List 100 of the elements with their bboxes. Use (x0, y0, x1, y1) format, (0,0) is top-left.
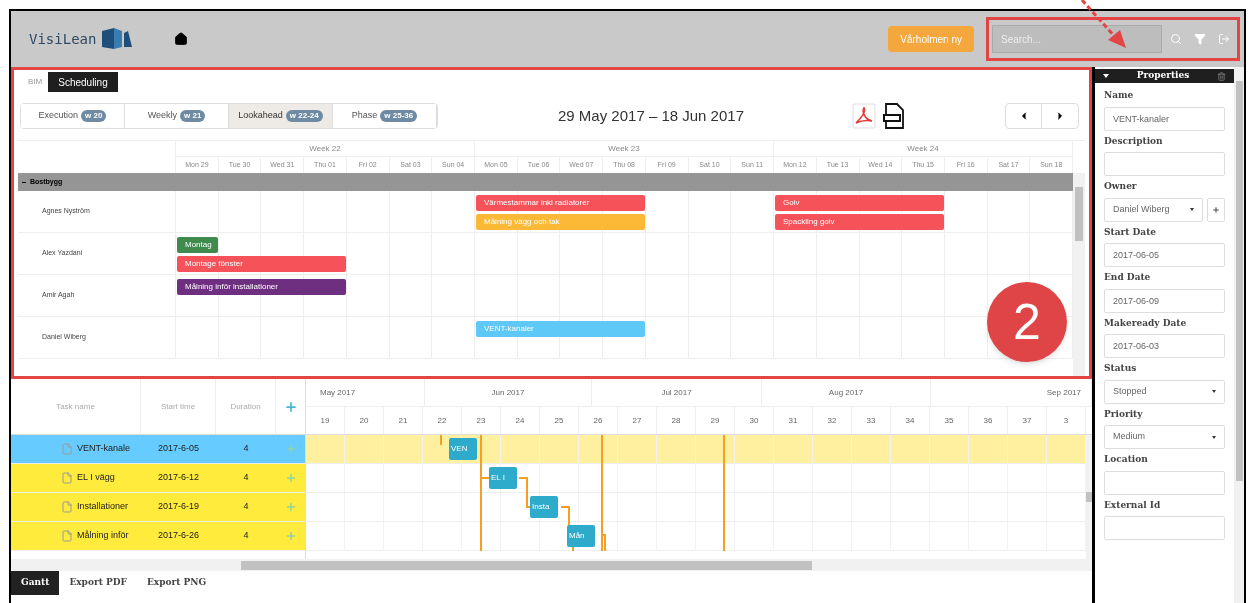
week-number: 28 (657, 407, 696, 434)
add-icon[interactable] (284, 530, 297, 542)
task-name: EL I vägg (77, 471, 115, 485)
duration: 4 (242, 442, 250, 456)
add-icon[interactable] (284, 443, 297, 455)
task-row[interactable]: VENT-kanale 2017-6-05 4 (11, 435, 305, 464)
column-header: Task name (11, 379, 141, 434)
month-header: May 2017 (306, 379, 425, 406)
view-button[interactable]: Lookahead w 22-24 (229, 104, 333, 128)
duration: 4 (242, 471, 250, 485)
task-row[interactable]: Installationer 2017-6-19 4 (11, 493, 305, 522)
week-number: 26 (579, 407, 618, 434)
field-label: Priority (1104, 407, 1144, 421)
callout-badge: 2 (987, 282, 1067, 362)
week-number: 32 (813, 407, 852, 434)
start-time: 2017-6-12 (156, 471, 200, 485)
month-header: Sep 2017 (931, 379, 1092, 406)
text-field[interactable]: 2017-06-09 (1104, 288, 1225, 313)
file-icon (61, 501, 73, 513)
task-bar[interactable]: Målning inför installationer (177, 279, 346, 295)
task-row[interactable]: Målning inför 2017-6-26 4 (11, 522, 305, 551)
field-label: External Id (1104, 498, 1162, 512)
month-header: Aug 2017 (762, 379, 931, 406)
task-row[interactable]: EL I vägg 2017-6-12 4 (11, 464, 305, 493)
start-time: 2017-6-19 (156, 500, 200, 514)
week-header: Week 22 (176, 141, 475, 156)
month-header: Jun 2017 (425, 379, 592, 406)
horizontal-scrollbar[interactable] (11, 559, 1092, 571)
text-field[interactable]: 2017-06-03 (1104, 334, 1225, 358)
bottom-tab[interactable]: Gantt (11, 571, 60, 595)
vertical-scrollbar[interactable] (1234, 67, 1244, 603)
caret-icon[interactable] (1103, 74, 1109, 78)
task-name: Målning inför (77, 529, 129, 543)
task-bar[interactable]: Montag (177, 237, 218, 253)
week-number: 20 (345, 407, 384, 434)
duration: 4 (242, 500, 250, 514)
column-header: Duration (216, 379, 276, 434)
week-number: 3 (1047, 407, 1086, 434)
week-header: Week 24 (774, 141, 1073, 156)
week-number: 25 (540, 407, 579, 434)
vertical-scrollbar[interactable] (1086, 435, 1092, 559)
week-number: 31 (774, 407, 813, 434)
add-owner-button[interactable] (1207, 197, 1225, 222)
week-number: 19 (306, 407, 345, 434)
file-icon (61, 443, 73, 455)
text-field[interactable] (1104, 470, 1225, 495)
home-icon[interactable] (174, 32, 189, 46)
week-number: 36 (969, 407, 1008, 434)
file-icon (61, 530, 73, 542)
field-label: End Date (1104, 271, 1152, 284)
field-label: Start Date (1104, 225, 1158, 239)
week-number: 24 (501, 407, 540, 434)
column-header: Start time (141, 379, 216, 434)
week-number: 37 (1008, 407, 1047, 434)
field-label: Makeready Date (1104, 316, 1188, 330)
week-number: 22 (423, 407, 462, 434)
field-label: Name (1104, 89, 1135, 102)
start-time: 2017-6-05 (156, 442, 200, 456)
task-bar[interactable]: Värmestammar inkl radiatorer (476, 195, 645, 211)
plus-icon (1212, 205, 1220, 214)
select-field[interactable]: Stopped (1104, 379, 1225, 404)
filter-icon[interactable] (1194, 33, 1206, 45)
tab[interactable]: Scheduling (48, 72, 118, 92)
task-bar[interactable]: Montage fönster (177, 256, 346, 272)
add-icon[interactable] (283, 399, 298, 414)
text-field[interactable]: VENT-kanaler (1104, 106, 1225, 131)
week-number: 27 (618, 407, 657, 434)
duration: 4 (242, 529, 250, 543)
field-label: Owner (1104, 180, 1138, 193)
week-number: 33 (852, 407, 891, 434)
text-field[interactable] (1104, 516, 1225, 540)
text-field[interactable]: 2017-06-05 (1104, 243, 1225, 267)
search-icon[interactable] (1170, 33, 1182, 45)
week-number: 29 (696, 407, 735, 434)
view-button[interactable]: Execution w 20 (21, 104, 125, 128)
pdf-icon[interactable] (852, 103, 876, 129)
text-field[interactable] (1104, 152, 1225, 176)
logout-icon[interactable] (1218, 33, 1230, 45)
field-label: Location (1104, 453, 1149, 466)
add-icon[interactable] (284, 501, 297, 513)
file-icon (61, 472, 73, 484)
panel-title: Properties (1135, 69, 1191, 83)
trash-icon[interactable] (1217, 71, 1226, 81)
field-label: Description (1104, 134, 1164, 148)
date-range: 29 May 2017 – 18 Jun 2017 (558, 105, 744, 126)
field-label: Status (1104, 362, 1138, 375)
select-field[interactable]: Daniel Wiberg (1104, 197, 1203, 222)
vertical-scrollbar[interactable] (1073, 173, 1085, 376)
task-bar[interactable]: Spackling golv (775, 214, 944, 230)
task-name: VENT-kanale (77, 442, 131, 456)
csv-file-icon[interactable] (882, 102, 906, 130)
start-time: 2017-6-26 (156, 529, 200, 543)
task-bar[interactable]: Golv (775, 195, 944, 211)
week-number: 35 (930, 407, 969, 434)
week-number: 23 (462, 407, 501, 434)
week-number: 21 (384, 407, 423, 434)
week-header: Week 23 (475, 141, 774, 156)
logo-text: VisiLean (29, 29, 97, 49)
add-icon[interactable] (284, 472, 297, 484)
select-field[interactable]: Medium (1104, 425, 1225, 449)
